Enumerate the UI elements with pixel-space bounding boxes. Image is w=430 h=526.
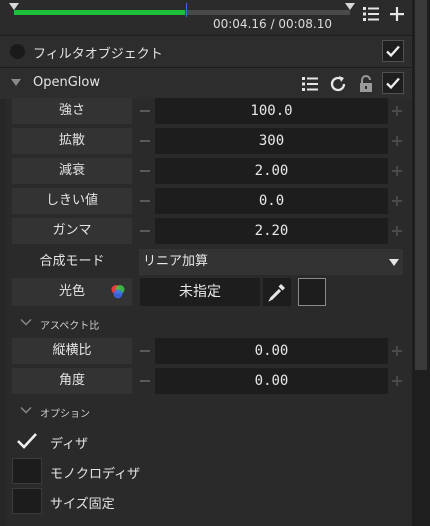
light-color-value-field[interactable]: 未指定 bbox=[140, 278, 260, 306]
decrement-aspect-button[interactable] bbox=[139, 338, 151, 364]
dither-checkbox[interactable] bbox=[12, 428, 42, 454]
scrollbar-thumb[interactable] bbox=[415, 0, 427, 370]
lock-button[interactable] bbox=[356, 73, 376, 95]
increment-aspect-button[interactable] bbox=[391, 338, 403, 364]
chevron-down-icon[interactable] bbox=[10, 78, 22, 88]
list-icon bbox=[363, 7, 379, 21]
color-swatch[interactable] bbox=[298, 278, 326, 306]
timeline-bar: 00:04.16 / 00:08.10 bbox=[0, 0, 412, 36]
param-label-threshold: しきい値 bbox=[12, 188, 132, 214]
param-label-gamma: ガンマ bbox=[12, 218, 132, 244]
param-label-angle: 角度 bbox=[12, 368, 132, 394]
layer-list-button[interactable] bbox=[359, 2, 383, 26]
increment-gamma-button[interactable] bbox=[391, 218, 403, 244]
param-label-decay: 減衰 bbox=[12, 158, 132, 184]
aspect-value-field[interactable]: 0.00 bbox=[155, 338, 388, 364]
dither-label: ディザ bbox=[50, 437, 89, 452]
filter-object-checkbox[interactable] bbox=[382, 40, 404, 62]
eyedropper-icon bbox=[268, 284, 285, 302]
check-icon bbox=[386, 77, 400, 90]
effect-title: OpenGlow bbox=[33, 75, 100, 90]
blend-mode-value: リニア加算 bbox=[143, 254, 209, 269]
increment-strength-button[interactable] bbox=[391, 98, 403, 124]
start-marker-icon[interactable] bbox=[9, 3, 19, 10]
timeline-track[interactable] bbox=[14, 10, 350, 15]
object-dot-icon bbox=[10, 44, 25, 59]
angle-value-field[interactable]: 0.00 bbox=[155, 368, 388, 394]
blend-mode-label: 合成モード bbox=[39, 254, 105, 269]
filter-object-header[interactable]: フィルタオブジェクト bbox=[0, 35, 412, 67]
increment-decay-button[interactable] bbox=[391, 158, 403, 184]
decrement-diffusion-button[interactable] bbox=[139, 128, 151, 154]
threshold-value-field[interactable]: 0.0 bbox=[155, 188, 388, 214]
fixed-size-label: サイズ固定 bbox=[50, 497, 115, 512]
end-marker-icon[interactable] bbox=[345, 3, 355, 10]
increment-threshold-button[interactable] bbox=[391, 188, 403, 214]
options-section-header[interactable]: オプション bbox=[14, 402, 404, 422]
aspect-section-header[interactable]: アスペクト比 bbox=[14, 314, 404, 334]
blend-mode-select[interactable]: リニア加算 bbox=[139, 249, 403, 275]
effect-header[interactable]: OpenGlow bbox=[0, 67, 412, 99]
param-label-strength: 強さ bbox=[12, 98, 132, 124]
param-label-aspect: 縦横比 bbox=[12, 338, 132, 364]
check-icon bbox=[17, 433, 37, 449]
strength-value-field[interactable]: 100.0 bbox=[155, 98, 388, 124]
effect-list-button[interactable] bbox=[298, 72, 322, 96]
chevron-down-icon bbox=[389, 259, 399, 266]
chevron-down-icon bbox=[20, 407, 32, 414]
aspect-section-title: アスペクト比 bbox=[40, 321, 100, 332]
gamma-value-field[interactable]: 2.20 bbox=[155, 218, 388, 244]
mono-dither-label: モノクロディザ bbox=[50, 467, 141, 482]
timeline-progress bbox=[14, 10, 186, 15]
decrement-gamma-button[interactable] bbox=[139, 218, 151, 244]
increment-angle-button[interactable] bbox=[391, 368, 403, 394]
decrement-decay-button[interactable] bbox=[139, 158, 151, 184]
reset-button[interactable] bbox=[326, 72, 350, 96]
add-button[interactable] bbox=[385, 2, 409, 26]
fixed-size-checkbox[interactable] bbox=[12, 488, 42, 514]
options-section-title: オプション bbox=[40, 409, 90, 420]
color-wheel-icon[interactable] bbox=[109, 283, 127, 301]
decrement-threshold-button[interactable] bbox=[139, 188, 151, 214]
light-color-row-label: 光色 bbox=[12, 278, 132, 306]
decrement-strength-button[interactable] bbox=[139, 98, 151, 124]
effect-enable-checkbox[interactable] bbox=[382, 72, 404, 94]
decrement-angle-button[interactable] bbox=[139, 368, 151, 394]
lock-icon bbox=[360, 75, 372, 92]
chevron-down-icon bbox=[20, 319, 32, 326]
check-icon bbox=[386, 45, 400, 58]
diffusion-value-field[interactable]: 300 bbox=[155, 128, 388, 154]
list-icon bbox=[302, 77, 318, 91]
increment-diffusion-button[interactable] bbox=[391, 128, 403, 154]
eyedropper-button[interactable] bbox=[263, 278, 291, 306]
decay-value-field[interactable]: 2.00 bbox=[155, 158, 388, 184]
filter-object-title: フィルタオブジェクト bbox=[33, 47, 163, 62]
mono-dither-checkbox[interactable] bbox=[12, 458, 42, 484]
time-readout: 00:04.16 / 00:08.10 bbox=[212, 17, 332, 31]
refresh-icon bbox=[330, 76, 346, 92]
playhead[interactable] bbox=[186, 3, 187, 17]
plus-icon bbox=[390, 7, 404, 21]
param-label-diffusion: 拡散 bbox=[12, 128, 132, 154]
